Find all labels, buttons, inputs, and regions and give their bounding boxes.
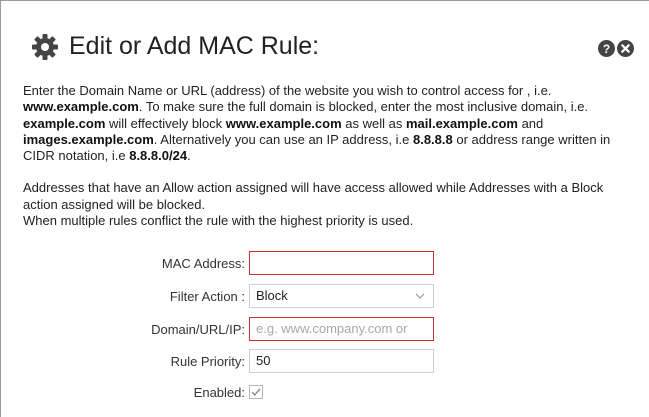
description-run: . [187, 148, 191, 164]
description-run: . To make sure the full domain is blocke… [138, 99, 589, 115]
description-paragraph-domain: Enter the Domain Name or URL (address) o… [23, 83, 638, 164]
description-run: . Alternatively you can use an IP addres… [153, 131, 413, 147]
description-run: Enter the Domain Name or URL (address) o… [23, 83, 552, 98]
dialog-header: Edit or Add MAC Rule: ? [1, 1, 648, 63]
description-paragraph-priority: When multiple rules conflict the rule wi… [23, 213, 414, 229]
enabled-label: Enabled: [193, 385, 245, 400]
dialog-title: Edit or Add MAC Rule: [69, 32, 320, 60]
description-example: 8.8.8.0/24 [129, 148, 188, 164]
domain-input[interactable]: e.g. www.company.com or [249, 317, 434, 341]
mac-address-row: MAC Address: [1, 251, 648, 277]
description-example: www.example.com [225, 115, 342, 131]
description-run: and [517, 115, 544, 131]
enabled-row: Enabled: [1, 380, 648, 406]
mac-rule-dialog: Edit or Add MAC Rule: ? Enter the Domain… [0, 0, 649, 417]
description-example: www.example.com [23, 99, 139, 115]
priority-row: Rule Priority: 50 [1, 349, 648, 375]
chevron-down-icon [415, 293, 425, 299]
svg-text:?: ? [603, 42, 610, 56]
mac-address-input[interactable] [249, 251, 434, 275]
priority-label: Rule Priority: [170, 354, 245, 369]
domain-label: Domain/URL/IP: [151, 322, 245, 337]
domain-row: Domain/URL/IP: e.g. www.company.com or [1, 317, 648, 343]
mac-address-label: MAC Address: [161, 256, 245, 271]
priority-input[interactable]: 50 [249, 349, 434, 373]
help-icon[interactable]: ? [598, 40, 615, 57]
description-paragraph-actions: Addresses that have an Allow action assi… [23, 180, 604, 212]
description-example: example.com [23, 115, 106, 131]
description-example: mail.example.com [405, 115, 518, 131]
filter-action-row: Filter Action : Block [1, 284, 648, 310]
close-icon[interactable] [617, 40, 634, 57]
description-run: will effectively block [105, 115, 226, 131]
description-example: 8.8.8.8 [412, 131, 453, 147]
filter-action-select[interactable]: Block [249, 284, 434, 308]
description-run: as well as [341, 115, 406, 131]
description-text: Enter the Domain Name or URL (address) o… [23, 83, 638, 229]
filter-action-value: Block [256, 288, 288, 303]
gear-icon [32, 34, 58, 60]
description-example: images.example.com [23, 131, 154, 147]
filter-action-label: Filter Action : [169, 289, 245, 304]
enabled-checkbox[interactable] [249, 385, 263, 399]
domain-placeholder: e.g. www.company.com or [256, 321, 408, 336]
